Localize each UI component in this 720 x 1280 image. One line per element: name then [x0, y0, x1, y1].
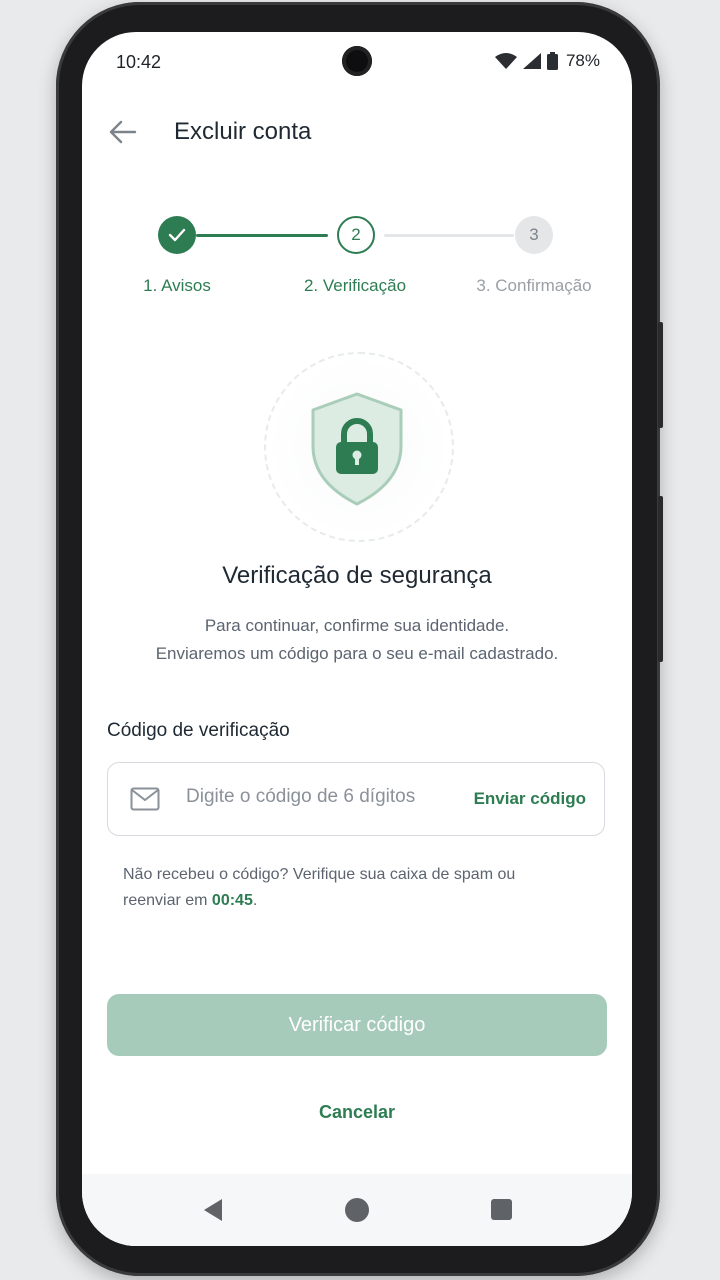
page-title: Excluir conta [174, 118, 312, 145]
step-connector-done [196, 234, 328, 237]
verification-code-input[interactable] [184, 785, 458, 809]
verification-code-field: Enviar código [107, 762, 605, 836]
hint-text: Não recebeu o código? Verifique sua caix… [123, 866, 516, 909]
check-icon [168, 228, 186, 242]
volume-button [658, 322, 663, 428]
wifi-icon [494, 53, 517, 69]
description-line-2: Enviaremos um código para o seu e-mail c… [155, 644, 559, 663]
security-illustration [264, 352, 454, 542]
resend-timer: 00:45 [211, 892, 253, 909]
nav-back-icon[interactable] [202, 1198, 224, 1222]
cancel-button[interactable]: Cancelar [82, 1102, 632, 1123]
verify-code-button[interactable]: Verificar código [107, 994, 607, 1056]
battery-percentage: 78% [565, 51, 600, 70]
status-bar: 10:42 78% [82, 32, 632, 94]
status-time: 10:42 [116, 52, 162, 72]
step-2-circle: 2 [337, 216, 375, 254]
hint-end: . [252, 892, 258, 909]
progress-stepper: 2 3 1. Avisos 2. Verificação 3. Confirma… [82, 214, 632, 324]
step-3-circle: 3 [515, 216, 553, 254]
signal-icon [522, 53, 541, 69]
description-line-1: Para continuar, confirme sua identidade. [204, 616, 510, 635]
system-nav-bar [82, 1174, 632, 1246]
field-label: Código de verificação [107, 720, 290, 741]
nav-home-icon[interactable] [345, 1198, 369, 1222]
section-heading: Verificação de segurança [222, 562, 492, 589]
front-camera [342, 46, 372, 76]
shield-lock-icon [311, 392, 403, 506]
step-1-label: 1. Avisos [143, 276, 211, 295]
app-bar: Excluir conta [82, 104, 632, 160]
nav-recents-icon[interactable] [491, 1199, 512, 1220]
step-2-label: 2. Verificação [303, 276, 407, 295]
back-arrow-icon[interactable] [108, 118, 138, 146]
send-code-button[interactable]: Enviar código [474, 789, 586, 809]
battery-icon [546, 52, 558, 70]
step-3-label: 3. Confirmação [476, 276, 592, 295]
status-icons: 78% [494, 51, 600, 71]
screen: 10:42 78% Excluir conta 2 3 1. Avisos 2.… [82, 32, 632, 1246]
step-connector-pending [384, 234, 514, 237]
section-description: Para continuar, confirme sua identidade.… [82, 612, 632, 668]
resend-hint: Não recebeu o código? Verifique sua caix… [123, 862, 563, 914]
mail-icon [130, 787, 160, 811]
step-1-circle [158, 216, 196, 254]
power-button [658, 496, 663, 662]
